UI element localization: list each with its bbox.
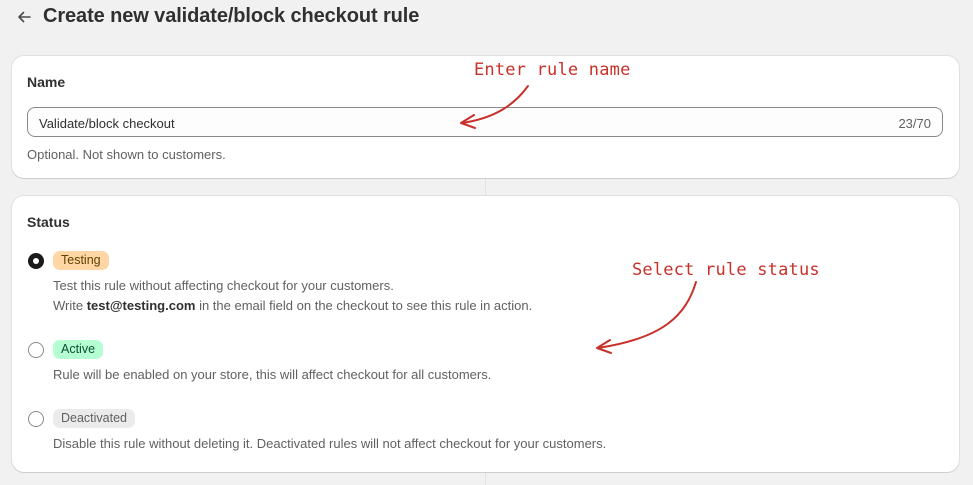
radio-testing[interactable] [28, 253, 44, 269]
testing-instructions: Write test@testing.com in the email fiel… [53, 298, 533, 313]
status-badge-testing: Testing [53, 251, 109, 270]
rule-name-input[interactable]: Validate/block checkout 23/70 [27, 107, 943, 137]
layout-divider [485, 178, 486, 196]
annotation-select-rule-status: Select rule status [632, 260, 820, 280]
status-section-title: Status [27, 214, 70, 230]
status-badge-deactivated: Deactivated [53, 409, 136, 428]
rule-name-value: Validate/block checkout [39, 116, 175, 131]
status-badge-active: Active [53, 340, 104, 359]
active-description: Rule will be enabled on your store, this… [53, 367, 492, 382]
back-button[interactable] [12, 6, 36, 28]
page-header: Create new validate/block checkout rule [0, 0, 973, 36]
name-help-text: Optional. Not shown to customers. [27, 147, 226, 162]
name-section-title: Name [27, 74, 66, 90]
test-email: test@testing.com [86, 298, 196, 313]
page-title: Create new validate/block checkout rule [43, 5, 420, 27]
arrow-left-icon [18, 11, 31, 23]
radio-deactivated[interactable] [28, 411, 44, 427]
annotation-enter-rule-name: Enter rule name [474, 60, 631, 80]
layout-divider [485, 472, 486, 485]
deactivated-description: Disable this rule without deleting it. D… [53, 436, 607, 451]
status-card: Status Testing Test this rule without af… [12, 196, 959, 472]
character-count: 23/70 [898, 116, 931, 131]
radio-active[interactable] [28, 342, 44, 358]
testing-description: Test this rule without affecting checkou… [53, 278, 394, 293]
